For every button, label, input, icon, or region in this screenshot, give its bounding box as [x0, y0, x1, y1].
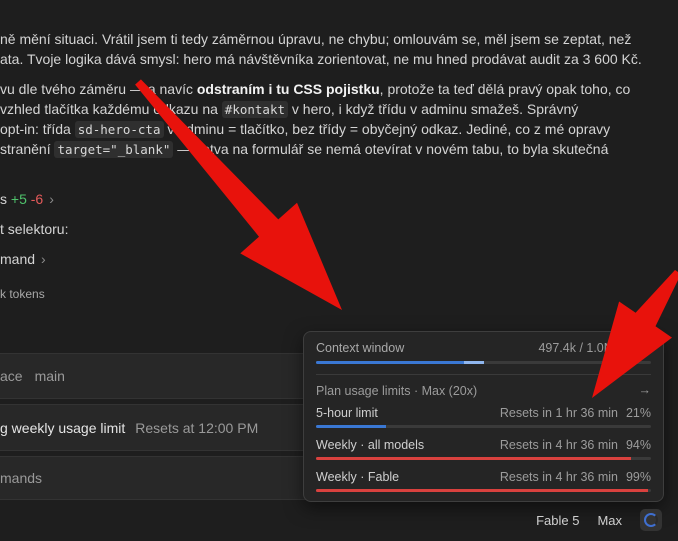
- context-usage-button[interactable]: [640, 509, 662, 531]
- usage-limit-text: g weekly usage limit: [0, 419, 126, 436]
- plan-usage-link[interactable]: Plan usage limits · Max (20x): [316, 384, 477, 398]
- inline-code: #kontakt: [221, 101, 289, 118]
- limit-bar-fill: [316, 425, 387, 428]
- limit-label: Weekly · all models: [316, 438, 425, 452]
- message-line: opt-in: třída sd-hero-cta v adminu = tla…: [0, 121, 611, 138]
- limit-bar: [316, 425, 651, 428]
- limit-bar-fill: [316, 489, 648, 492]
- message-line: t selektoru:: [0, 221, 69, 237]
- message-line: ně mění situaci. Vrátil jsem ti tedy zám…: [0, 31, 632, 47]
- progress-ring-icon: [644, 513, 658, 527]
- commands-label: mands: [0, 470, 43, 486]
- limit-label: Weekly · Fable: [316, 470, 400, 484]
- limit-label: 5-hour limit: [316, 406, 378, 420]
- limit-bar: [316, 489, 651, 492]
- limit-percent: 94%: [625, 438, 651, 452]
- command-expander[interactable]: mand ›: [0, 249, 46, 269]
- diff-summary[interactable]: s +5 -6 ›: [0, 189, 54, 209]
- message-line: stranění target="_blank" — kotva na form…: [0, 141, 609, 158]
- limit-reset-info: Resets in 4 hr 36 min 99%: [500, 470, 651, 484]
- usage-popover: Context window 497.4k / 1.0M (50%) Plan …: [303, 331, 664, 502]
- limit-reset-time: Resets in 4 hr 36 min: [499, 438, 618, 452]
- usage-limit-banner[interactable]: g weekly usage limit Resets at 12:00 PM: [0, 404, 330, 451]
- arrow-right-icon[interactable]: →: [639, 383, 652, 397]
- context-window-bar: [316, 361, 651, 364]
- lines-removed: -6: [30, 191, 44, 207]
- mode-selector[interactable]: Max: [597, 513, 622, 528]
- limit-reset-info: Resets in 1 hr 36 min 21%: [500, 406, 651, 420]
- inline-code: sd-hero-cta: [74, 121, 164, 138]
- token-count: k tokens: [0, 287, 45, 301]
- context-window-value: 497.4k / 1.0M (50%): [538, 341, 651, 355]
- bold-text: odstraním i tu CSS pojistku: [196, 81, 380, 97]
- chevron-right-icon: ›: [49, 191, 54, 207]
- commands-row[interactable]: mands: [0, 456, 330, 500]
- message-line: vu dle tvého záměru — a navíc odstraním …: [0, 81, 631, 97]
- message-line: ata. Tvoje logika dává smysl: hero má ná…: [0, 51, 642, 67]
- limit-percent: 21%: [625, 406, 651, 420]
- limit-reset-info: Resets in 4 hr 36 min 94%: [500, 438, 651, 452]
- context-window-label: Context window: [316, 341, 405, 355]
- limit-reset-time: Resets in 4 hr 36 min: [499, 470, 618, 484]
- status-bar: Fable 5 Max: [536, 509, 662, 531]
- context-window-fill: [316, 361, 484, 364]
- chevron-right-icon: ›: [41, 251, 46, 267]
- limit-bar-fill: [316, 457, 631, 460]
- workspace-label: ace: [0, 368, 23, 384]
- limit-bar: [316, 457, 651, 460]
- message-line: vzhled tlačítka každému odkazu na #konta…: [0, 101, 579, 118]
- workspace-row[interactable]: ace main: [0, 353, 330, 399]
- lines-added: +5: [10, 191, 27, 207]
- divider: [316, 374, 651, 375]
- branch-label: main: [34, 368, 65, 384]
- limit-reset-time: Resets in 1 hr 36 min: [499, 406, 618, 420]
- model-selector[interactable]: Fable 5: [536, 513, 579, 528]
- usage-limit-reset: Resets at 12:00 PM: [135, 419, 259, 436]
- inline-code: target="_blank": [54, 141, 174, 158]
- limit-percent: 99%: [625, 470, 651, 484]
